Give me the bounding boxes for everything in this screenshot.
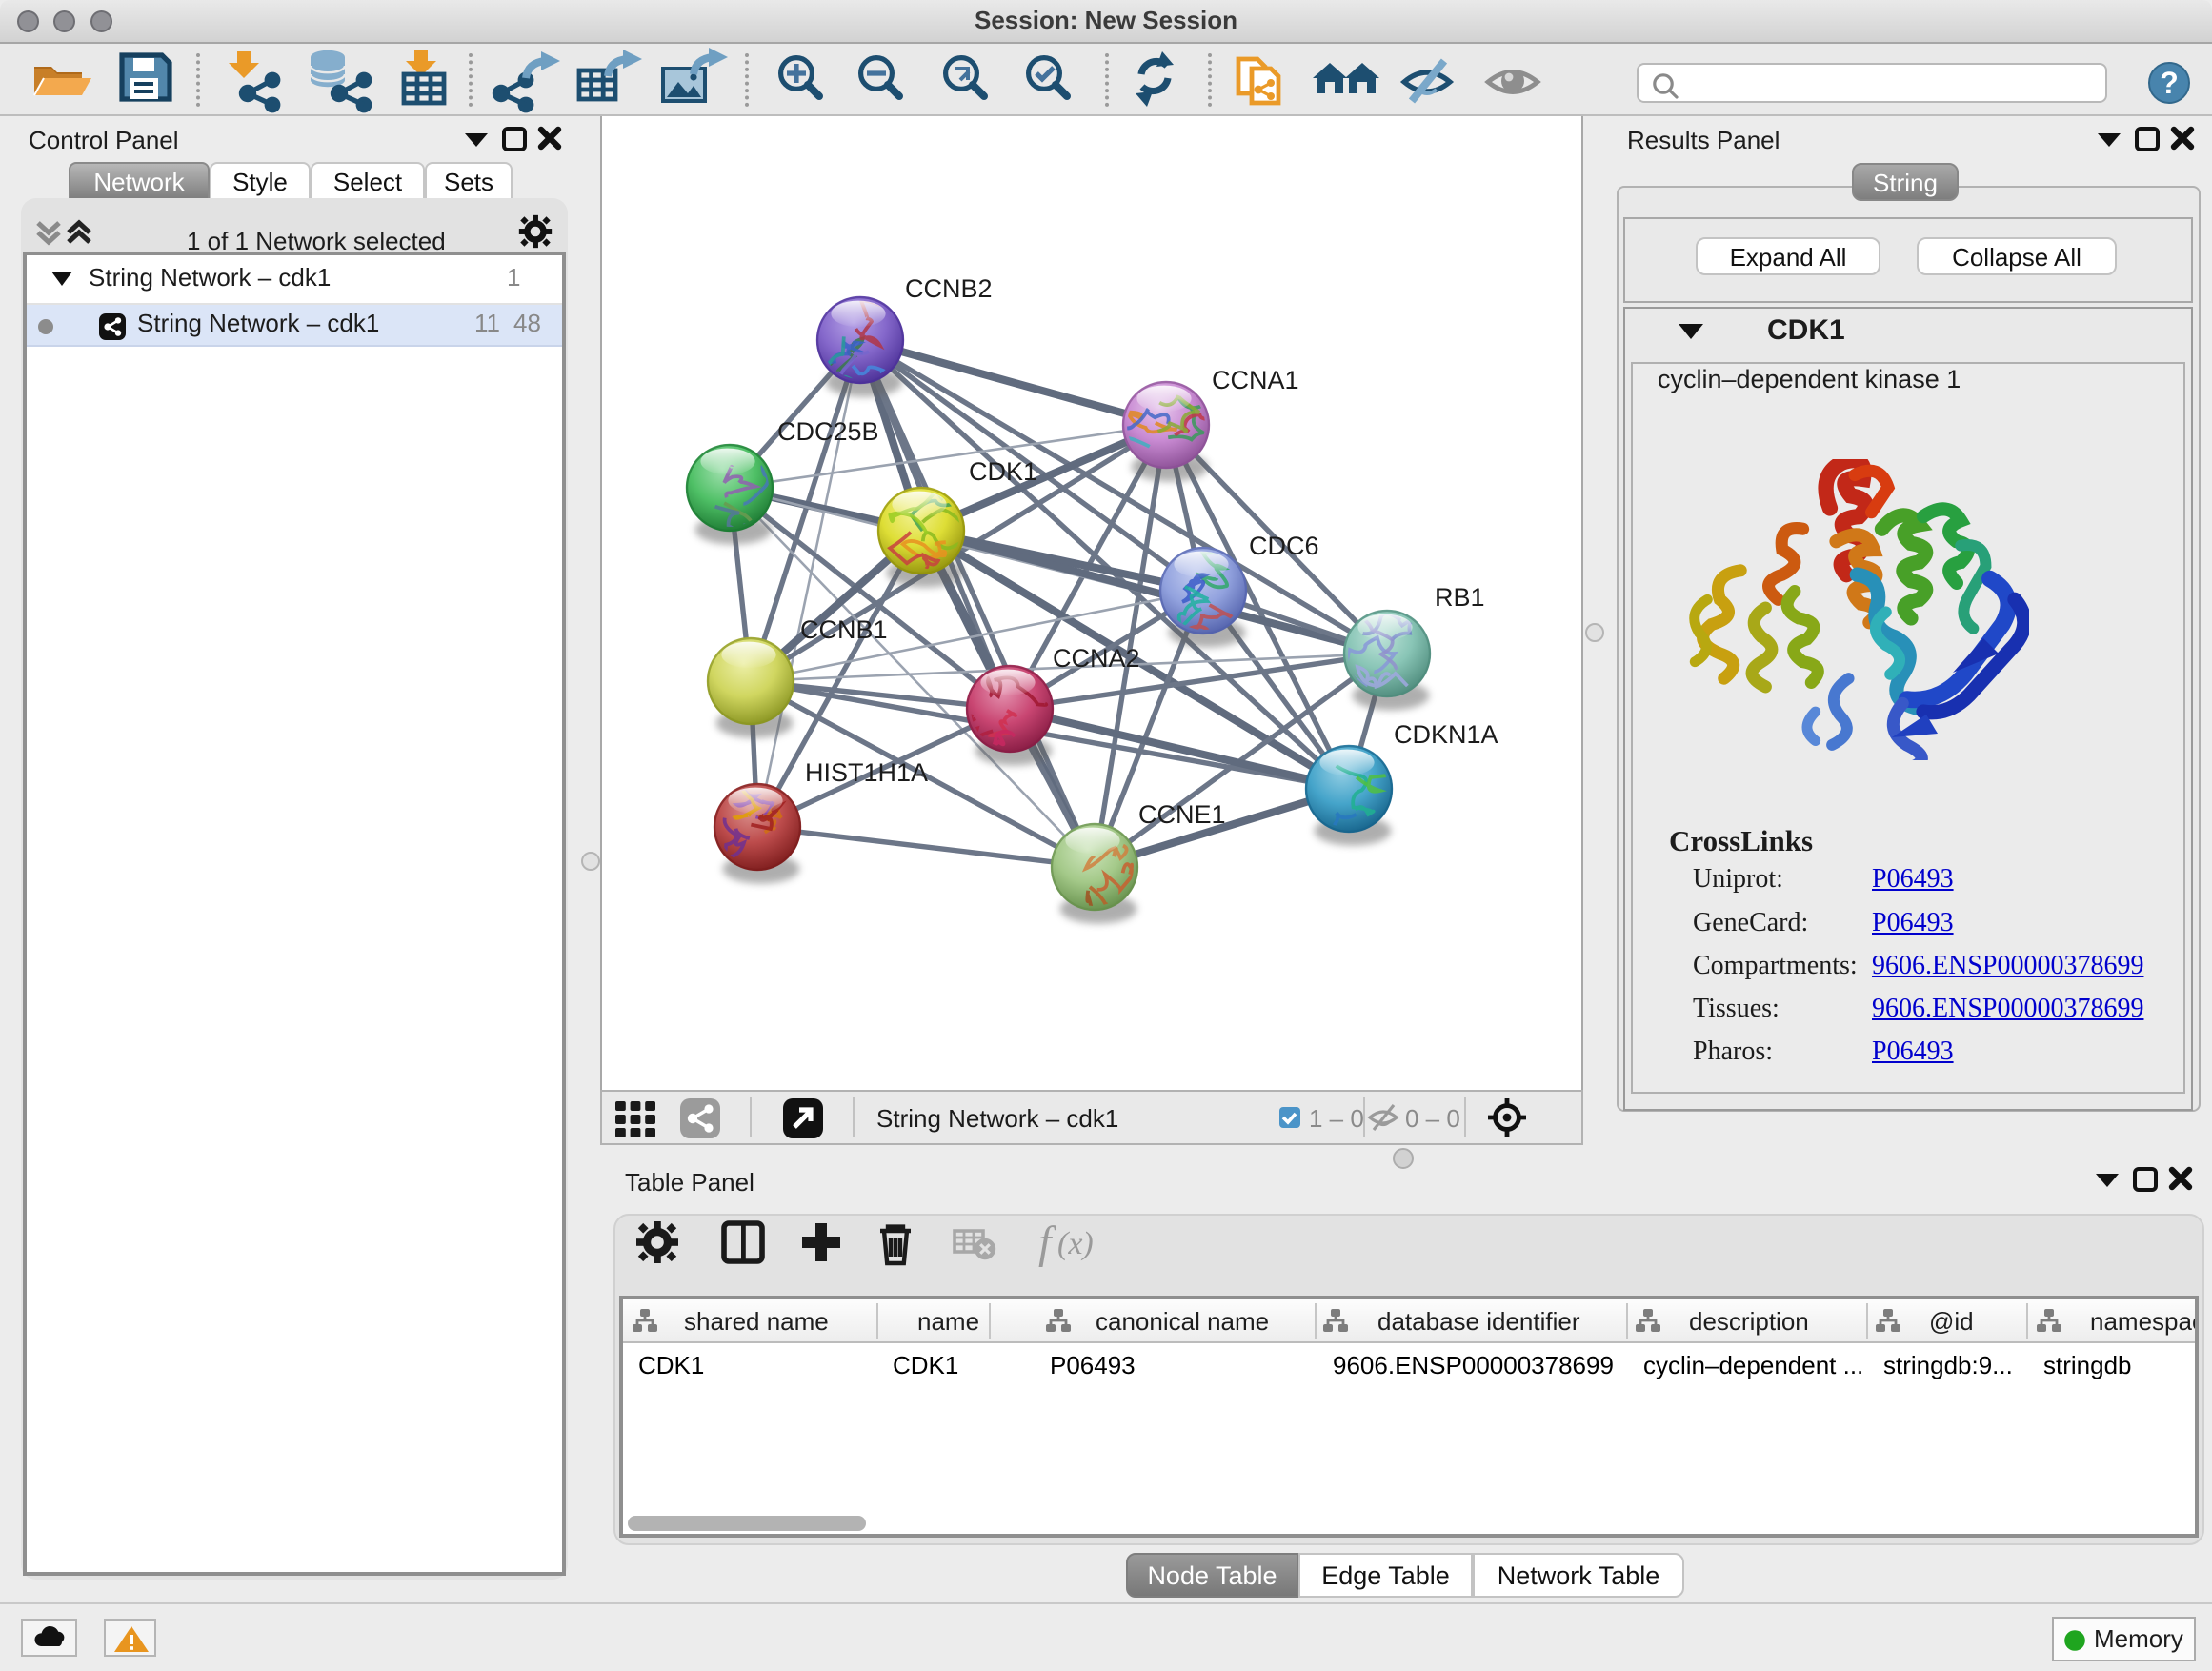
svg-text:CDC25B: CDC25B — [777, 417, 879, 446]
svg-text:RB1: RB1 — [1435, 583, 1485, 612]
svg-text:CCNA1: CCNA1 — [1212, 366, 1299, 394]
svg-text:CDKN1A: CDKN1A — [1394, 720, 1498, 749]
svg-text:CDC6: CDC6 — [1249, 532, 1319, 560]
svg-text:(x): (x) — [1057, 1226, 1094, 1261]
svg-text:CCNB1: CCNB1 — [800, 615, 888, 644]
svg-text:?: ? — [2160, 66, 2179, 100]
svg-text:CCNA2: CCNA2 — [1053, 644, 1140, 673]
svg-text:CDK1: CDK1 — [969, 457, 1037, 486]
svg-text:CCNB2: CCNB2 — [905, 274, 993, 303]
svg-text:1 – 0: 1 – 0 — [1309, 1104, 1364, 1133]
svg-text:String Network – cdk1: String Network – cdk1 — [876, 1104, 1118, 1133]
svg-text:CCNE1: CCNE1 — [1138, 800, 1226, 829]
svg-text:HIST1H1A: HIST1H1A — [805, 758, 928, 787]
svg-text:0 – 0: 0 – 0 — [1405, 1104, 1460, 1133]
svg-text:f: f — [1038, 1218, 1056, 1268]
